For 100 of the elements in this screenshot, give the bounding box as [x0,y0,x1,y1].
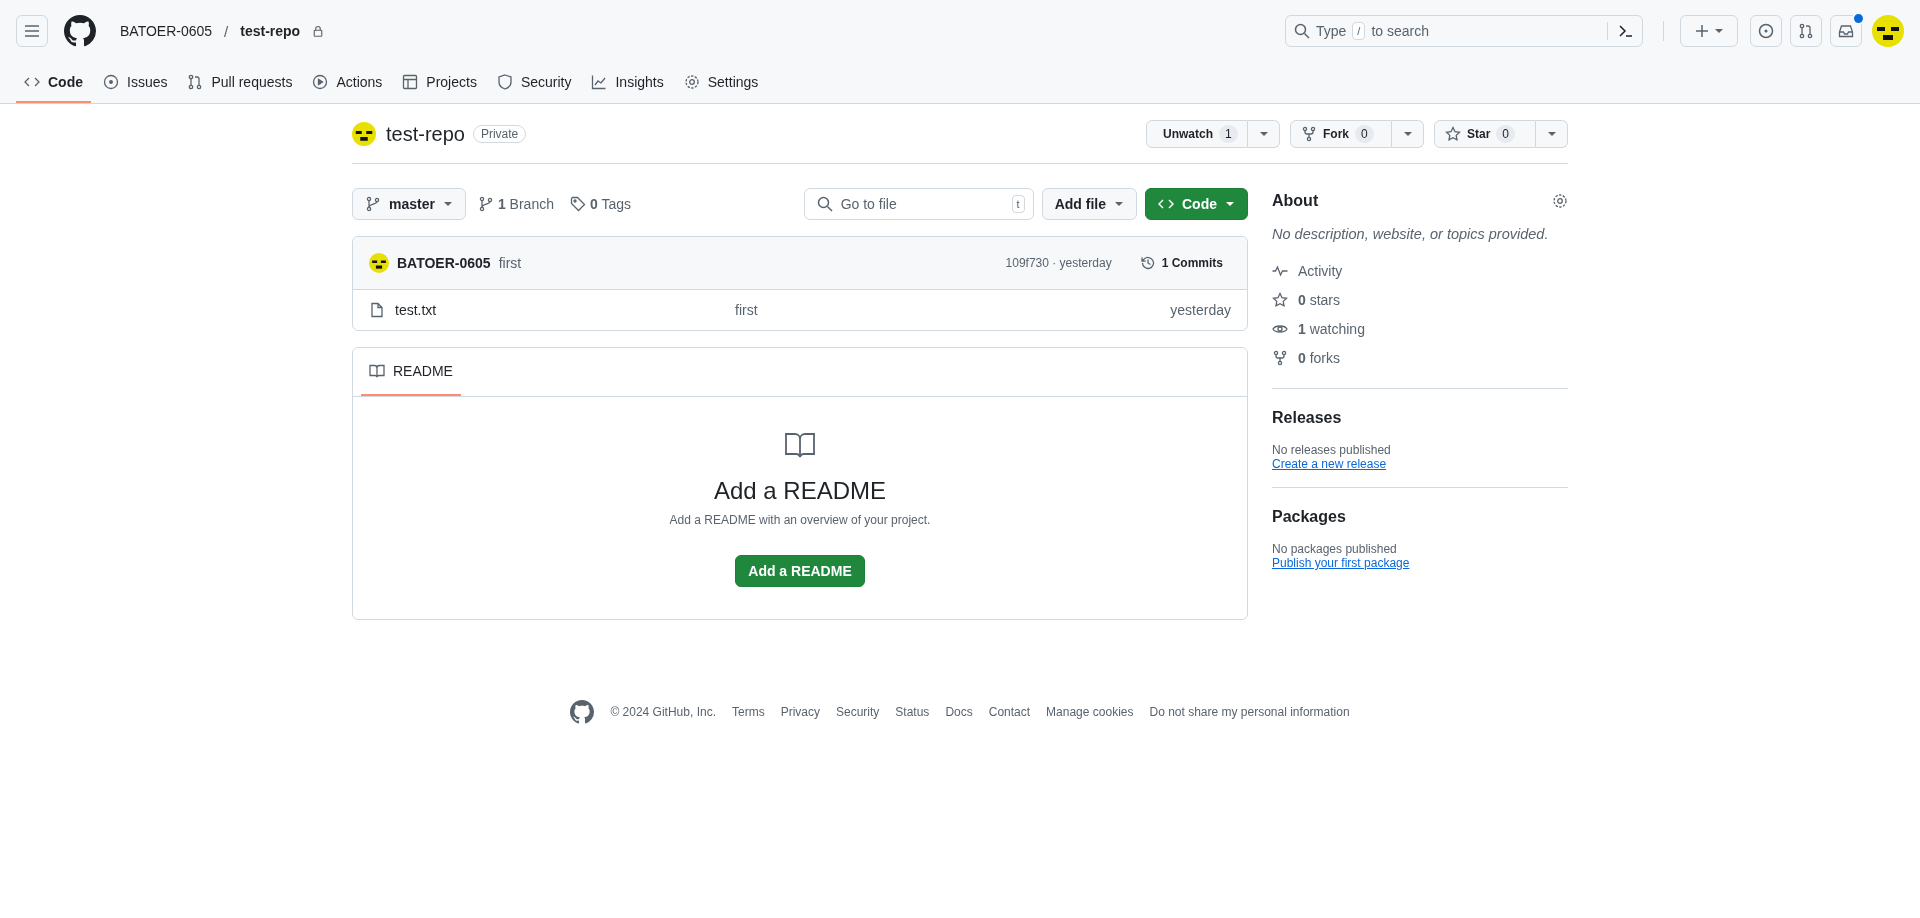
breadcrumb-separator: / [224,22,229,40]
footer-link[interactable]: Manage cookies [1046,705,1134,719]
caret-icon [1714,26,1724,36]
repo-nav-tab[interactable]: Settings [675,62,767,103]
repo-stat-link[interactable]: 1 watching [1272,314,1568,343]
footer-link[interactable]: Terms [731,705,765,719]
file-commit-message[interactable]: first [735,302,1161,318]
repo-link[interactable]: test-repo [236,23,305,39]
search-placeholder: to search [1371,23,1429,39]
footer-link[interactable]: Docs [945,705,973,719]
table-icon [402,73,419,90]
footer-link[interactable]: Do not share my personal information [1149,705,1350,719]
owner-link[interactable]: BATOER-0605 [116,23,217,39]
user-avatar[interactable] [1872,15,1904,47]
keyboard-shortcut-hint: t [1011,195,1025,213]
create-new-button[interactable] [1680,15,1738,47]
repo-name[interactable]: test-repo [386,122,465,146]
pull-request-icon [1798,23,1814,39]
go-to-file-field[interactable]: Go to file t [803,188,1034,220]
readme-heading: Add a README [713,477,887,505]
caret-icon [1114,199,1124,209]
book-icon [369,363,385,379]
count-badge: 1 [1219,125,1238,143]
releases-heading: Releases [1272,409,1343,427]
terminal-prompt-icon[interactable] [1618,23,1634,39]
footer-link[interactable]: Privacy [780,705,820,719]
repo-nav-tab[interactable]: Actions [304,62,391,103]
tags-link[interactable]: 0 Tags [565,196,635,212]
commits-link[interactable]: 1 Commits [1131,255,1231,271]
caret-icon [442,199,453,209]
footer-link[interactable]: Status [895,705,930,719]
readme-tab[interactable]: README [361,348,461,396]
inbox-icon [1838,23,1854,39]
octocat-logo-icon[interactable] [570,700,595,724]
publish-package-link[interactable]: Publish your first package [1272,556,1568,570]
author-avatar [369,253,389,273]
commit-author-link[interactable]: BATOER-0605 [397,255,491,271]
settings-icon [683,73,700,90]
commit-message-link[interactable]: first [498,255,522,271]
search-field[interactable]: Type / to search [1285,15,1643,47]
fork-icon [1301,126,1317,142]
commit-hash-time: 109f730 · yesterday [1005,256,1112,270]
about-description: No description, website, or topics provided. [1272,226,1550,242]
circle-dot-icon [1758,23,1774,39]
branch-select-button[interactable]: master [352,188,466,220]
releases-text: No releases published [1272,443,1392,457]
caret-icon [1402,129,1413,139]
octocat-logo-icon[interactable] [64,15,96,47]
menu-icon [24,23,40,39]
repo-stat-link[interactable]: Activity [1272,256,1568,285]
repo-nav-tab[interactable]: Insights [583,62,672,103]
copyright-text: © 2024 GitHub, Inc. [610,705,716,719]
star-icon [1445,126,1461,142]
branch-icon [365,196,381,212]
lock-icon [312,25,325,37]
menu-button[interactable] [16,15,48,47]
packages-text: No packages published [1272,542,1398,556]
repo-nav-tab[interactable]: Projects [394,62,485,103]
search-icon [816,196,833,212]
watch-button[interactable]: Unwatch 1 [1146,120,1248,148]
fork-button[interactable]: Fork 0 [1290,120,1392,148]
file-name-link[interactable]: test.txt [395,302,725,318]
repo-nav-tab[interactable]: Code [16,62,91,103]
file-time: yesterday [1170,302,1231,318]
repo-owner-avatar [352,122,376,146]
add-file-button[interactable]: Add file [1041,188,1137,220]
repo-nav-tab[interactable]: Issues [95,62,176,103]
go-to-file-placeholder: Go to file [840,196,897,212]
inbox-button[interactable] [1830,15,1862,47]
keyboard-shortcut-hint: / [1352,22,1366,40]
play-icon [312,73,329,90]
issues-button[interactable] [1750,15,1782,47]
count-badge: 0 [1355,125,1374,143]
caret-icon [1546,129,1557,139]
settings-icon[interactable] [1552,193,1568,209]
create-release-link[interactable]: Create a new release [1272,457,1568,471]
add-readme-button[interactable]: Add a README [735,555,865,587]
packages-heading: Packages [1272,508,1347,526]
shield-icon [496,73,513,90]
footer-link[interactable]: Security [836,705,880,719]
readme-description: Add a README with an overview of your project. [669,513,931,527]
caret-icon [1258,129,1269,139]
history-icon [1139,255,1156,271]
repo-stat-link[interactable]: 0 stars [1272,285,1568,314]
repo-stat-link[interactable]: 0 forks [1272,343,1568,372]
file-icon [369,302,385,318]
repo-nav-tab[interactable]: Security [488,62,580,103]
fork-icon [1272,349,1288,366]
plus-icon [1694,23,1710,39]
graph-icon [591,73,608,90]
branches-link[interactable]: 1 Branch [473,196,558,212]
pull-request-icon [187,73,204,90]
about-heading: About [1272,192,1319,210]
repo-nav-tab[interactable]: Pull requests [179,62,301,103]
pull-requests-button[interactable] [1790,15,1822,47]
search-icon [1294,23,1310,39]
footer-link[interactable]: Contact [988,705,1031,719]
star-button[interactable]: Star 0 [1434,120,1536,148]
code-button[interactable]: Code [1145,188,1248,220]
tag-icon [569,196,586,212]
